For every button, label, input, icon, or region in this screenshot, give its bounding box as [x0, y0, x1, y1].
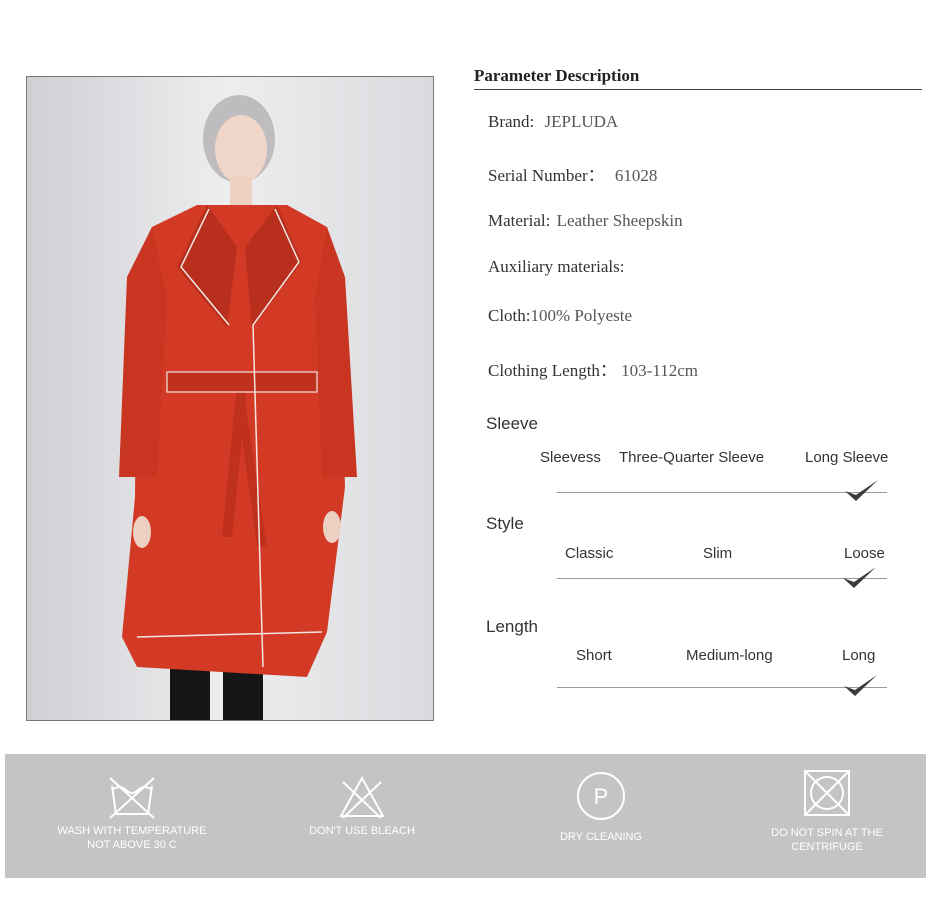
style-option-slim: Slim — [703, 545, 733, 562]
care-no-spin-line-2: CENTRIFUGE — [791, 841, 863, 853]
sleeve-option-three-quarter: Three-Quarter Sleeve — [619, 449, 765, 466]
sleeve-title: Sleeve — [486, 414, 538, 433]
product-photo — [26, 76, 434, 721]
parameter-description-title: Parameter Description — [474, 66, 640, 85]
sleeve-option-sleevess: Sleevess — [540, 449, 601, 466]
clothing-length-value: 103-112cm — [621, 361, 698, 380]
length-option-long: Long — [842, 647, 876, 664]
style-option-classic: Classic — [565, 545, 614, 562]
cloth-row: Cloth:100% Polyeste — [488, 306, 632, 326]
care-item-wash: WASH WITH TEMPERATURE NOT ABOVE 30 C — [42, 754, 222, 878]
auxiliary-materials-row: Auxiliary materials: — [488, 257, 624, 277]
sleeve-option-long: Long Sleeve — [805, 449, 889, 466]
wash-30-crossed-icon — [109, 777, 155, 819]
length-scale-line — [557, 687, 887, 688]
material-row: Material: Leather Sheepskin — [488, 211, 683, 231]
cloth-label: Cloth: — [488, 306, 531, 325]
length-option-short: Short — [576, 647, 612, 664]
model-in-red-trench-coat-image — [27, 77, 433, 720]
title-divider — [474, 89, 922, 90]
clothing-length-row: Clothing Length： 103-112cm — [488, 356, 698, 381]
dry-clean-p-icon: P — [577, 772, 625, 820]
clothing-length-label: Clothing Length： — [488, 361, 617, 380]
no-bleach-icon — [339, 775, 385, 819]
cloth-value: 100% Polyeste — [530, 306, 633, 325]
sleeve-scale-line — [557, 492, 887, 493]
care-no-spin-line-1: DO NOT SPIN AT THE — [771, 827, 883, 839]
care-wash-line-1: WASH WITH TEMPERATURE — [57, 825, 207, 837]
style-scale-line — [557, 578, 887, 579]
checkmark-icon — [844, 675, 877, 696]
serial-number-value: 61028 — [614, 166, 658, 185]
care-dry-clean-label: DRY CLEANING — [559, 831, 643, 843]
care-item-no-bleach: DON'T USE BLEACH — [277, 754, 447, 878]
brand-value: JEPLUDA — [544, 112, 619, 131]
serial-number-row: Serial Number： 61028 — [488, 161, 657, 186]
style-option-loose: Loose — [844, 545, 885, 562]
length-option-medium-long: Medium-long — [686, 647, 773, 664]
care-no-bleach-label: DON'T USE BLEACH — [309, 825, 415, 837]
care-wash-line-2: NOT ABOVE 30 C — [87, 839, 177, 851]
no-tumble-dry-icon — [804, 770, 850, 816]
dry-clean-symbol: P — [594, 784, 609, 809]
care-instructions-band: WASH WITH TEMPERATURE NOT ABOVE 30 C DON… — [5, 754, 926, 878]
material-value: Leather Sheepskin — [556, 211, 683, 230]
serial-number-label: Serial Number： — [488, 166, 605, 185]
care-item-no-spin: DO NOT SPIN AT THE CENTRIFUGE — [742, 754, 912, 878]
checkmark-icon — [843, 567, 876, 588]
style-title: Style — [486, 514, 524, 533]
material-label: Material: — [488, 211, 551, 230]
length-title: Length — [486, 617, 538, 636]
care-item-dry-clean: P DRY CLEANING — [521, 754, 681, 878]
auxiliary-materials-label: Auxiliary materials: — [488, 257, 625, 276]
brand-row: Brand: JEPLUDA — [488, 112, 618, 132]
brand-label: Brand: — [488, 112, 535, 131]
checkmark-icon — [845, 480, 878, 501]
